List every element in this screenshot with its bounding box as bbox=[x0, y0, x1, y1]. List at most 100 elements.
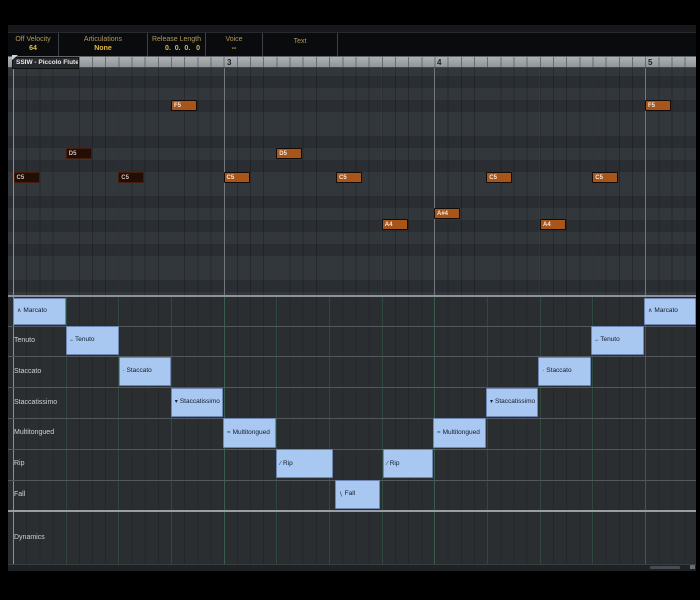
part-start-marker-icon bbox=[12, 55, 18, 60]
articulation-cell-label: Marcato bbox=[654, 306, 678, 314]
multitongued-symbol-icon: ≈ bbox=[227, 430, 231, 437]
lane-label-rip: Rip bbox=[14, 460, 25, 468]
lane-beat-line bbox=[487, 297, 489, 564]
articulations-label: Articulations bbox=[83, 35, 123, 43]
articulation-cell-label: Staccatissimo bbox=[179, 397, 220, 405]
articulation-cell-staccato[interactable]: · Staccato bbox=[538, 356, 591, 387]
articulation-cell-fall[interactable]: ∖ Fall bbox=[334, 480, 380, 510]
key-editor-window: Off Velocity 64 Articulations None Relea… bbox=[0, 0, 700, 600]
release-length-value[interactable]: 0. 0. 0. 0 bbox=[148, 45, 205, 53]
midi-note[interactable]: A4 bbox=[381, 219, 408, 230]
articulation-cell-staccato[interactable]: · Staccato bbox=[118, 356, 171, 387]
articulation-cell-rip[interactable]: ∕ Rip bbox=[382, 449, 434, 479]
fall-symbol-icon: ∖ bbox=[338, 491, 343, 498]
part-name-tab[interactable]: SSIW - Piccolo Flute bbox=[12, 57, 79, 69]
rip-symbol-icon: ∕ bbox=[280, 460, 282, 467]
midi-note[interactable]: C5 bbox=[336, 172, 362, 183]
lane-label-dynamics: Dynamics bbox=[14, 534, 45, 542]
bar-number: 4 bbox=[437, 58, 442, 67]
articulation-cell-label: Rip bbox=[283, 459, 293, 467]
articulation-cell-multitongued[interactable]: ≈ Multitongued bbox=[223, 418, 276, 448]
rip-symbol-icon: ∕ bbox=[386, 460, 388, 467]
articulation-cell-label: Marcato bbox=[23, 306, 47, 314]
articulation-cell-multitongued[interactable]: ≈ Multitongued bbox=[433, 418, 486, 448]
info-field-release-length[interactable]: Release Length 0. 0. 0. 0 bbox=[148, 33, 206, 56]
articulation-cell-marcato[interactable]: ∧ Marcato bbox=[13, 297, 66, 325]
midi-note[interactable]: F5 bbox=[171, 100, 197, 111]
midi-note[interactable]: C5 bbox=[223, 172, 250, 183]
info-field-off-velocity[interactable]: Off Velocity 64 bbox=[8, 33, 59, 56]
marcato-symbol-icon: ∧ bbox=[648, 308, 653, 314]
articulation-cell-label: Staccato bbox=[126, 367, 152, 375]
info-field-articulations[interactable]: Articulations None bbox=[59, 33, 148, 56]
text-label: Text bbox=[293, 38, 307, 46]
midi-note[interactable]: F5 bbox=[645, 100, 671, 111]
lane-divider bbox=[8, 417, 696, 419]
info-line-spacer bbox=[338, 33, 696, 56]
midi-note[interactable]: A4 bbox=[540, 219, 566, 230]
lane-label-staccatissimo: Staccatissimo bbox=[14, 398, 58, 406]
lane-divider bbox=[8, 356, 696, 358]
midi-note[interactable]: D5 bbox=[65, 148, 92, 159]
articulation-cell-tenuto[interactable]: − Tenuto bbox=[590, 326, 644, 356]
midi-note[interactable]: C5 bbox=[592, 172, 619, 183]
lane-divider bbox=[8, 448, 696, 450]
midi-note[interactable]: C5 bbox=[118, 172, 145, 183]
staccato-symbol-icon: · bbox=[122, 368, 125, 375]
voice-label: Voice bbox=[225, 35, 243, 43]
staccato-symbol-icon: · bbox=[542, 368, 545, 375]
bar-number: 3 bbox=[227, 58, 232, 67]
multitongued-symbol-icon: ≈ bbox=[437, 430, 441, 437]
bar-number: 5 bbox=[648, 58, 653, 67]
articulation-cell-staccatissimo[interactable]: ▾ Staccatissimo bbox=[486, 387, 539, 417]
lanes-top-divider bbox=[8, 295, 696, 297]
lane-label-multitongued: Multitongued bbox=[14, 429, 55, 437]
ruler-ticks bbox=[13, 57, 696, 67]
lane-label-staccato: Staccato bbox=[14, 367, 42, 375]
articulation-cell-label: Multitongued bbox=[442, 428, 480, 436]
info-line: Off Velocity 64 Articulations None Relea… bbox=[8, 33, 696, 56]
articulation-cell-label: Fall bbox=[344, 490, 356, 498]
midi-note[interactable]: C5 bbox=[13, 172, 40, 183]
off-velocity-value[interactable]: 64 bbox=[8, 45, 58, 53]
info-field-text[interactable]: Text bbox=[263, 33, 338, 56]
info-field-voice[interactable]: Voice -- bbox=[206, 33, 263, 56]
articulation-cell-marcato[interactable]: ∧ Marcato bbox=[644, 297, 696, 325]
dynamics-divider bbox=[8, 510, 696, 513]
horizontal-scrollbar-thumb[interactable] bbox=[650, 566, 680, 569]
articulation-cell-label: Staccatissimo bbox=[495, 397, 536, 405]
staccatissimo-symbol-icon: ▾ bbox=[174, 399, 178, 406]
midi-note[interactable]: C5 bbox=[486, 172, 513, 183]
voice-value[interactable]: -- bbox=[206, 45, 262, 53]
lane-divider bbox=[8, 387, 696, 389]
tenuto-symbol-icon: − bbox=[594, 337, 599, 344]
lane-beat-line bbox=[171, 297, 172, 564]
staccatissimo-symbol-icon: ▾ bbox=[490, 399, 494, 406]
lane-beat-line bbox=[276, 297, 278, 564]
articulation-cell-label: Tenuto bbox=[75, 336, 95, 344]
articulation-cell-label: Tenuto bbox=[600, 336, 620, 344]
midi-note[interactable]: D5 bbox=[276, 148, 303, 159]
bottom-scroll-strip bbox=[8, 564, 696, 571]
lane-bar-line bbox=[645, 297, 647, 564]
scrollbar-end-button[interactable] bbox=[690, 565, 695, 569]
lane-label-tenuto: Tenuto bbox=[14, 336, 36, 344]
bar-line bbox=[434, 68, 436, 295]
toolbar-strip bbox=[8, 25, 696, 33]
articulation-cell-rip[interactable]: ∕ Rip bbox=[276, 449, 334, 479]
lane-beat-line bbox=[381, 297, 383, 564]
articulations-value[interactable]: None bbox=[59, 45, 147, 53]
tenuto-symbol-icon: − bbox=[69, 337, 74, 344]
lane-beat-line bbox=[329, 297, 331, 564]
midi-note[interactable]: A#4 bbox=[434, 208, 460, 219]
timeline-ruler[interactable]: 3 4 5 bbox=[8, 56, 696, 68]
articulation-cell-label: Rip bbox=[389, 459, 400, 467]
articulation-cell-label: Staccato bbox=[546, 367, 572, 375]
articulation-cell-label: Multitongued bbox=[232, 428, 270, 436]
lane-label-fall: Fall bbox=[14, 490, 26, 498]
lane-beat-line bbox=[118, 297, 120, 564]
articulation-cell-tenuto[interactable]: − Tenuto bbox=[65, 326, 119, 356]
lane-beat-line bbox=[539, 297, 541, 564]
articulation-cell-staccatissimo[interactable]: ▾ Staccatissimo bbox=[170, 387, 224, 417]
release-length-label: Release Length bbox=[151, 35, 202, 43]
